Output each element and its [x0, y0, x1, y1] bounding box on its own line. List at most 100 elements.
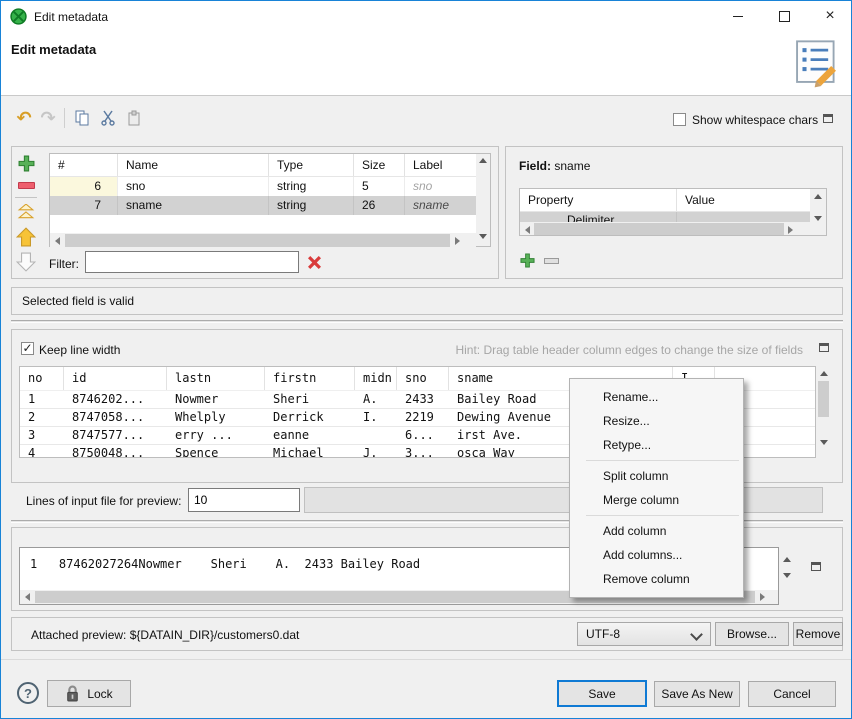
cell-label[interactable]: sname [405, 196, 476, 215]
properties-hscrollbar[interactable] [520, 222, 810, 236]
minimize-button[interactable] [715, 1, 761, 31]
preview-scroll-down[interactable] [783, 573, 791, 578]
cell-size[interactable]: 26 [354, 196, 405, 215]
paste-button[interactable] [123, 107, 145, 129]
cut-button[interactable] [97, 107, 119, 129]
cell-value[interactable] [677, 212, 810, 222]
cell[interactable]: 8746202... [64, 391, 167, 408]
lines-of-input-field[interactable] [188, 488, 300, 512]
cell[interactable] [355, 427, 397, 444]
view-menu-icon[interactable] [811, 562, 821, 571]
col-property[interactable]: Property [520, 189, 677, 211]
col-type[interactable]: Type [269, 154, 354, 176]
cell-type[interactable]: string [269, 196, 354, 215]
save-as-new-button[interactable]: Save As New [654, 681, 740, 707]
move-top-button[interactable] [17, 204, 35, 223]
cell[interactable]: Derrick [265, 409, 355, 426]
cell[interactable]: Michael [265, 445, 355, 458]
horizontal-sash[interactable] [11, 320, 843, 323]
cell[interactable]: 1 [20, 391, 64, 408]
scroll-up-icon[interactable] [479, 158, 487, 163]
col-lastn[interactable]: lastn [167, 367, 265, 390]
col-num[interactable]: # [50, 154, 118, 176]
cell-type[interactable]: string [269, 177, 354, 196]
cell-size[interactable]: 5 [354, 177, 405, 196]
col-label[interactable]: Label [405, 154, 476, 176]
cell-num[interactable]: 7 [50, 196, 118, 215]
keep-line-width-checkbox[interactable]: ✓ [21, 342, 34, 355]
menu-item-add-column[interactable]: Add column [570, 519, 743, 543]
undo-button[interactable]: ↶ [13, 107, 35, 129]
scroll-up-icon[interactable] [814, 194, 822, 199]
cell-num[interactable]: 6 [50, 177, 118, 196]
maximize-button[interactable] [761, 1, 807, 31]
cell[interactable]: 4 [20, 445, 64, 458]
redo-button[interactable]: ↷ [37, 107, 59, 129]
cell[interactable]: J. [355, 445, 397, 458]
fields-hscrollbar[interactable] [50, 233, 476, 248]
cell-name[interactable]: sname [118, 196, 269, 215]
col-id[interactable]: id [64, 367, 167, 390]
cell[interactable]: 2219 [397, 409, 449, 426]
cell[interactable]: Sheri [265, 391, 355, 408]
menu-item-split-column[interactable]: Split column [570, 464, 743, 488]
cell[interactable]: 8750048... [64, 445, 167, 458]
properties-vscrollbar[interactable] [810, 189, 826, 235]
remove-property-button[interactable] [544, 258, 559, 264]
scroll-thumb[interactable] [65, 234, 450, 247]
scroll-thumb[interactable] [818, 381, 829, 417]
menu-item-resize[interactable]: Resize... [570, 409, 743, 433]
cell[interactable]: 2433 [397, 391, 449, 408]
cell-label[interactable]: sno [405, 177, 476, 196]
cell-property[interactable]: Delimiter [520, 212, 677, 222]
scroll-left-icon[interactable] [55, 237, 60, 245]
scroll-right-icon[interactable] [455, 237, 460, 245]
cell-name[interactable]: sno [118, 177, 269, 196]
copy-button[interactable] [71, 107, 93, 129]
col-value[interactable]: Value [677, 189, 810, 211]
cell[interactable]: 8747577... [64, 427, 167, 444]
scroll-right-icon[interactable] [760, 593, 765, 601]
browse-button[interactable]: Browse... [715, 622, 789, 646]
col-sno[interactable]: sno [397, 367, 449, 390]
scroll-left-icon[interactable] [525, 226, 530, 234]
close-button[interactable]: × [807, 1, 852, 31]
help-button[interactable]: ? [17, 682, 39, 704]
col-size[interactable]: Size [354, 154, 405, 176]
view-menu-icon[interactable] [819, 343, 829, 352]
cell[interactable]: eanne [265, 427, 355, 444]
add-property-button[interactable] [520, 253, 535, 271]
show-whitespace-checkbox[interactable] [673, 113, 686, 126]
move-up-button[interactable] [16, 227, 36, 250]
data-table-vscrollbar[interactable] [816, 366, 831, 458]
fields-vscrollbar[interactable] [476, 154, 490, 246]
menu-item-add-columns[interactable]: Add columns... [570, 543, 743, 567]
remove-field-button[interactable] [18, 182, 35, 189]
menu-item-retype[interactable]: Retype... [570, 433, 743, 457]
cell[interactable]: Nowmer [167, 391, 265, 408]
filter-input[interactable] [85, 251, 299, 273]
cell[interactable]: 6... [397, 427, 449, 444]
col-no[interactable]: no [20, 367, 64, 390]
menu-item-rename[interactable]: Rename... [570, 385, 743, 409]
cell[interactable]: Spence [167, 445, 265, 458]
cell[interactable]: 3... [397, 445, 449, 458]
field-row-sname-selected[interactable]: 7 sname string 26 sname [50, 196, 476, 215]
cell[interactable]: erry ... [167, 427, 265, 444]
menu-item-merge-column[interactable]: Merge column [570, 488, 743, 512]
cell[interactable]: 8747058... [64, 409, 167, 426]
remove-button[interactable]: Remove [793, 622, 843, 646]
cell[interactable]: 3 [20, 427, 64, 444]
col-firstn[interactable]: firstn [265, 367, 355, 390]
cell[interactable]: A. [355, 391, 397, 408]
cancel-button[interactable]: Cancel [748, 681, 836, 707]
lock-button[interactable]: Lock [47, 680, 131, 707]
scroll-down-icon[interactable] [820, 440, 828, 445]
scroll-left-icon[interactable] [25, 593, 30, 601]
view-menu-icon[interactable] [823, 114, 833, 123]
move-down-button[interactable] [16, 252, 36, 275]
field-row-sno[interactable]: 6 sno string 5 sno [50, 177, 476, 196]
cell[interactable]: Whelply [167, 409, 265, 426]
add-field-button[interactable] [18, 155, 35, 175]
scroll-down-icon[interactable] [814, 216, 822, 221]
